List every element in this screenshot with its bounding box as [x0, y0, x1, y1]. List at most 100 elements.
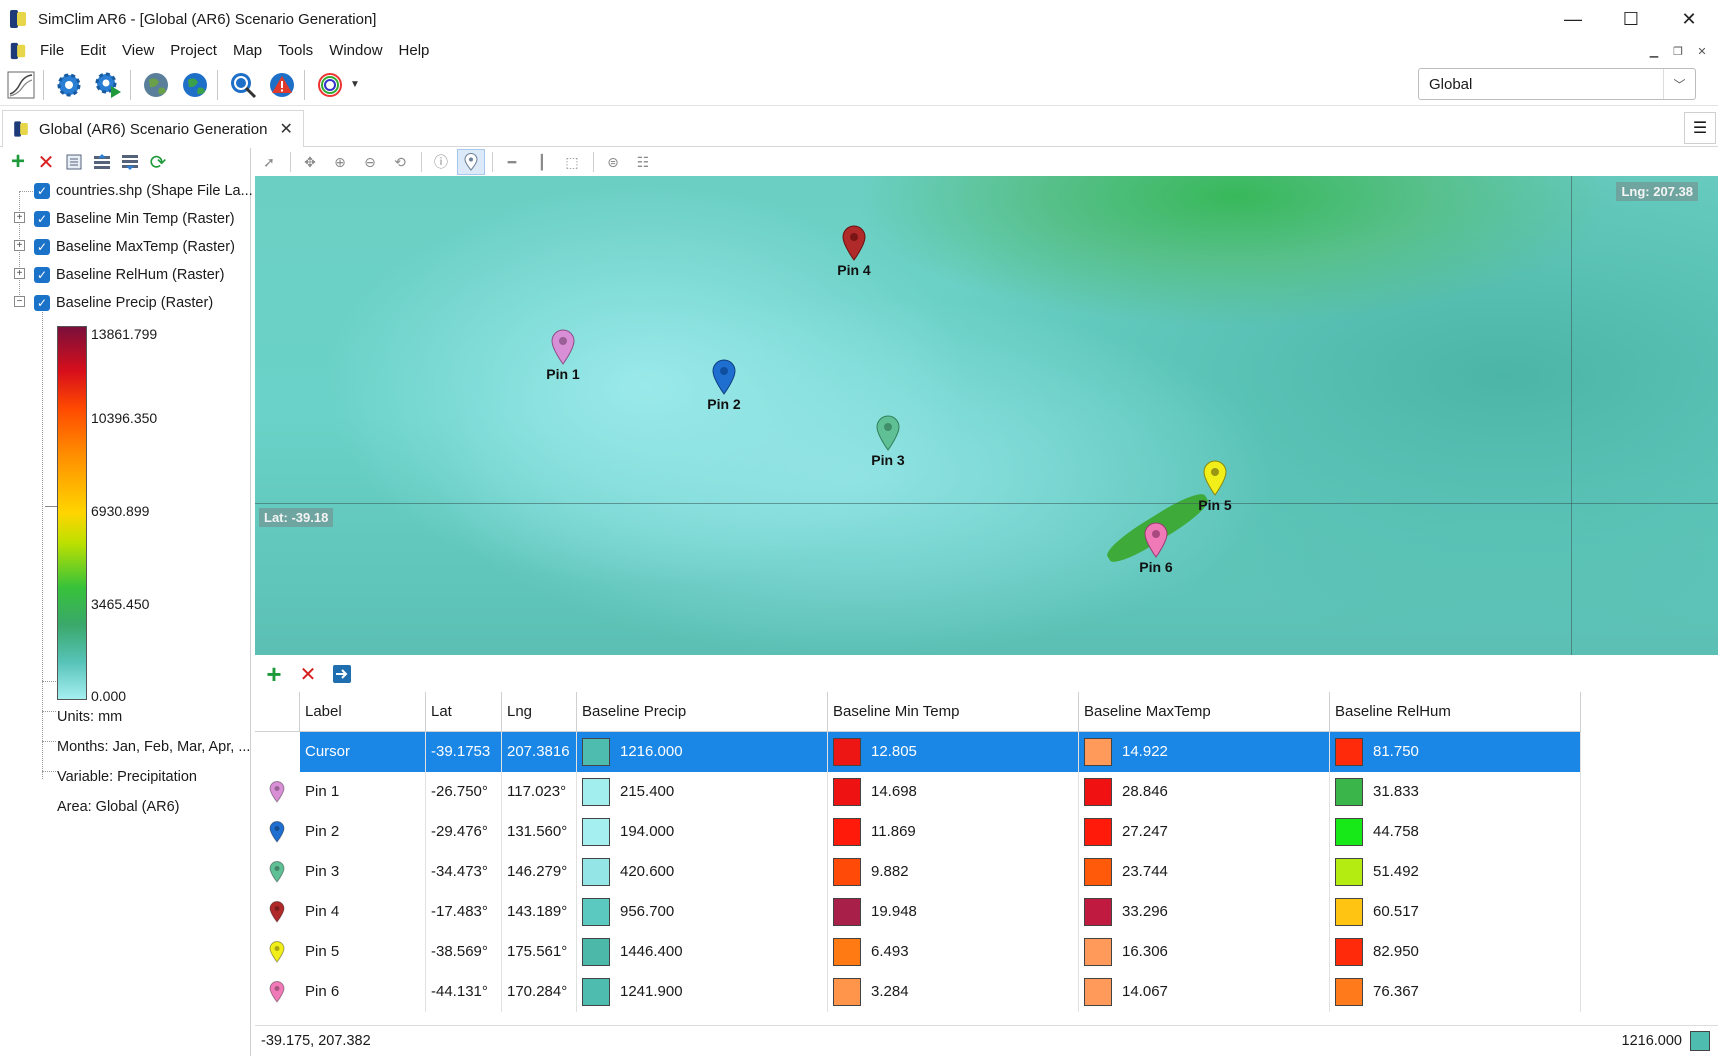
maximize-button[interactable]: ☐	[1602, 0, 1660, 38]
cell-max-temp[interactable]: 23.744	[1079, 852, 1330, 892]
cell-max-temp[interactable]: 28.846	[1079, 772, 1330, 812]
cell-lng[interactable]: 170.284°	[502, 972, 577, 1012]
close-tab-icon[interactable]: ✕	[279, 119, 292, 139]
globe-blue-icon[interactable]	[177, 67, 213, 103]
cell-lng[interactable]: 131.560°	[502, 812, 577, 852]
cell-lat[interactable]: -26.750°	[426, 772, 502, 812]
cell-lng[interactable]: 207.3816	[502, 732, 577, 772]
spectrum-icon[interactable]	[312, 67, 348, 103]
cell-lat[interactable]: -17.483°	[426, 892, 502, 932]
cell-lng[interactable]: 175.561°	[502, 932, 577, 972]
cell-relhum[interactable]: 81.750	[1330, 732, 1581, 772]
cell-relhum[interactable]: 82.950	[1330, 932, 1581, 972]
cell-label[interactable]: Pin 3	[300, 852, 426, 892]
cell-relhum[interactable]: 60.517	[1330, 892, 1581, 932]
cell-precip[interactable]: 194.000	[577, 812, 828, 852]
gear-run-icon[interactable]	[90, 67, 126, 103]
vertical-line-icon[interactable]: ┃	[528, 149, 556, 175]
mdi-close-button[interactable]: ✕	[1690, 41, 1714, 61]
remove-pin-icon[interactable]: ✕	[293, 660, 323, 688]
horizontal-line-icon[interactable]: ━	[498, 149, 526, 175]
map-pin-3[interactable]: Pin 3	[858, 415, 918, 468]
menu-map[interactable]: Map	[225, 38, 270, 64]
column-header-max-temp[interactable]: Baseline MaxTemp	[1079, 692, 1330, 732]
layer-item-min-temp[interactable]: ✓ Baseline Min Temp (Raster)	[34, 206, 235, 232]
chevron-down-icon[interactable]: ﹀	[1663, 69, 1695, 99]
table-row[interactable]: Pin 5 -38.569° 175.561° 1446.400 6.493 16.306…	[255, 932, 1581, 972]
menu-view[interactable]: View	[114, 38, 162, 64]
column-header-lng[interactable]: Lng	[502, 692, 577, 732]
cell-lat[interactable]: -29.476°	[426, 812, 502, 852]
checkbox-checked-icon[interactable]: ✓	[34, 267, 50, 283]
table-row[interactable]: Pin 3 -34.473° 146.279° 420.600 9.882 23.744 5…	[255, 852, 1581, 892]
cell-min-temp[interactable]: 3.284	[828, 972, 1079, 1012]
zoom-out-icon[interactable]: ⊖	[356, 149, 384, 175]
table-icon[interactable]: ☷	[629, 149, 657, 175]
region-select[interactable]: Global ﹀	[1418, 68, 1696, 100]
document-icon[interactable]	[9, 41, 27, 61]
cell-min-temp[interactable]: 19.948	[828, 892, 1079, 932]
cell-label[interactable]: Pin 4	[300, 892, 426, 932]
cell-max-temp[interactable]: 14.067	[1079, 972, 1330, 1012]
menu-window[interactable]: Window	[321, 38, 390, 64]
cell-lat[interactable]: -38.569°	[426, 932, 502, 972]
menu-help[interactable]: Help	[391, 38, 438, 64]
chevron-down-icon[interactable]: ▼	[350, 79, 360, 90]
pointer-icon[interactable]: ➚	[255, 149, 283, 175]
cell-max-temp[interactable]: 27.247	[1079, 812, 1330, 852]
cell-min-temp[interactable]: 6.493	[828, 932, 1079, 972]
layer-item-countries[interactable]: ✓ countries.shp (Shape File La...	[34, 178, 253, 204]
cell-min-temp[interactable]: 11.869	[828, 812, 1079, 852]
info-icon[interactable]: ⓘ	[427, 149, 455, 175]
cell-min-temp[interactable]: 9.882	[828, 852, 1079, 892]
add-pin-icon[interactable]: +	[259, 659, 289, 689]
collapse-icon[interactable]: −	[14, 296, 25, 307]
move-up-icon[interactable]	[88, 149, 116, 175]
expand-icon[interactable]: +	[14, 240, 25, 251]
cell-precip[interactable]: 420.600	[577, 852, 828, 892]
globe-icon[interactable]	[138, 67, 174, 103]
table-row[interactable]: Pin 2 -29.476° 131.560° 194.000 11.869 27.247…	[255, 812, 1581, 852]
map-pin-2[interactable]: Pin 2	[694, 359, 754, 412]
cell-lat[interactable]: -34.473°	[426, 852, 502, 892]
checkbox-checked-icon[interactable]: ✓	[34, 211, 50, 227]
checkbox-checked-icon[interactable]: ✓	[34, 183, 50, 199]
cell-precip[interactable]: 1241.900	[577, 972, 828, 1012]
checkbox-checked-icon[interactable]: ✓	[34, 239, 50, 255]
column-header-min-temp[interactable]: Baseline Min Temp	[828, 692, 1079, 732]
move-down-icon[interactable]	[116, 149, 144, 175]
reset-view-icon[interactable]: ⟲	[386, 149, 414, 175]
cell-min-temp[interactable]: 12.805	[828, 732, 1079, 772]
expand-icon[interactable]: +	[14, 212, 25, 223]
cell-precip[interactable]: 1216.000	[577, 732, 828, 772]
map-pin-6[interactable]: Pin 6	[1126, 522, 1186, 575]
layer-item-max-temp[interactable]: ✓ Baseline MaxTemp (Raster)	[34, 234, 235, 260]
menu-project[interactable]: Project	[162, 38, 225, 64]
layer-item-relhum[interactable]: ✓ Baseline RelHum (Raster)	[34, 262, 224, 288]
cell-min-temp[interactable]: 14.698	[828, 772, 1079, 812]
cell-relhum[interactable]: 44.758	[1330, 812, 1581, 852]
cell-lat[interactable]: -39.1753	[426, 732, 502, 772]
cell-label[interactable]: Pin 1	[300, 772, 426, 812]
cell-label[interactable]: Pin 6	[300, 972, 426, 1012]
expand-icon[interactable]: +	[14, 268, 25, 279]
menu-icon[interactable]: ☰	[1684, 112, 1716, 144]
cell-label[interactable]: Pin 2	[300, 812, 426, 852]
table-row[interactable]: Pin 6 -44.131° 170.284° 1241.900 3.284 14.067…	[255, 972, 1581, 1012]
table-row[interactable]: Cursor -39.1753 207.3816 1216.000 12.805 14.9…	[255, 732, 1581, 772]
pin-tool-icon[interactable]	[457, 149, 485, 175]
mdi-minimize-button[interactable]: ▁	[1642, 41, 1666, 61]
add-layer-icon[interactable]: +	[4, 148, 32, 175]
map-view[interactable]: Lng: 207.38 Lat: -39.18 Pin 1 Pin 2 Pin …	[255, 176, 1718, 655]
cell-precip[interactable]: 956.700	[577, 892, 828, 932]
cell-relhum[interactable]: 76.367	[1330, 972, 1581, 1012]
select-area-icon[interactable]: ⬚	[558, 149, 586, 175]
menu-file[interactable]: File	[32, 38, 72, 64]
cell-lng[interactable]: 143.189°	[502, 892, 577, 932]
map-pin-4[interactable]: Pin 4	[824, 225, 884, 278]
table-row[interactable]: Pin 4 -17.483° 143.189° 956.700 19.948 33.296…	[255, 892, 1581, 932]
cell-max-temp[interactable]: 33.296	[1079, 892, 1330, 932]
layer-item-precip[interactable]: ✓ Baseline Precip (Raster)	[34, 290, 213, 316]
zoom-globe-icon[interactable]	[225, 67, 261, 103]
tab-scenario-generation[interactable]: Global (AR6) Scenario Generation ✕	[2, 110, 304, 147]
